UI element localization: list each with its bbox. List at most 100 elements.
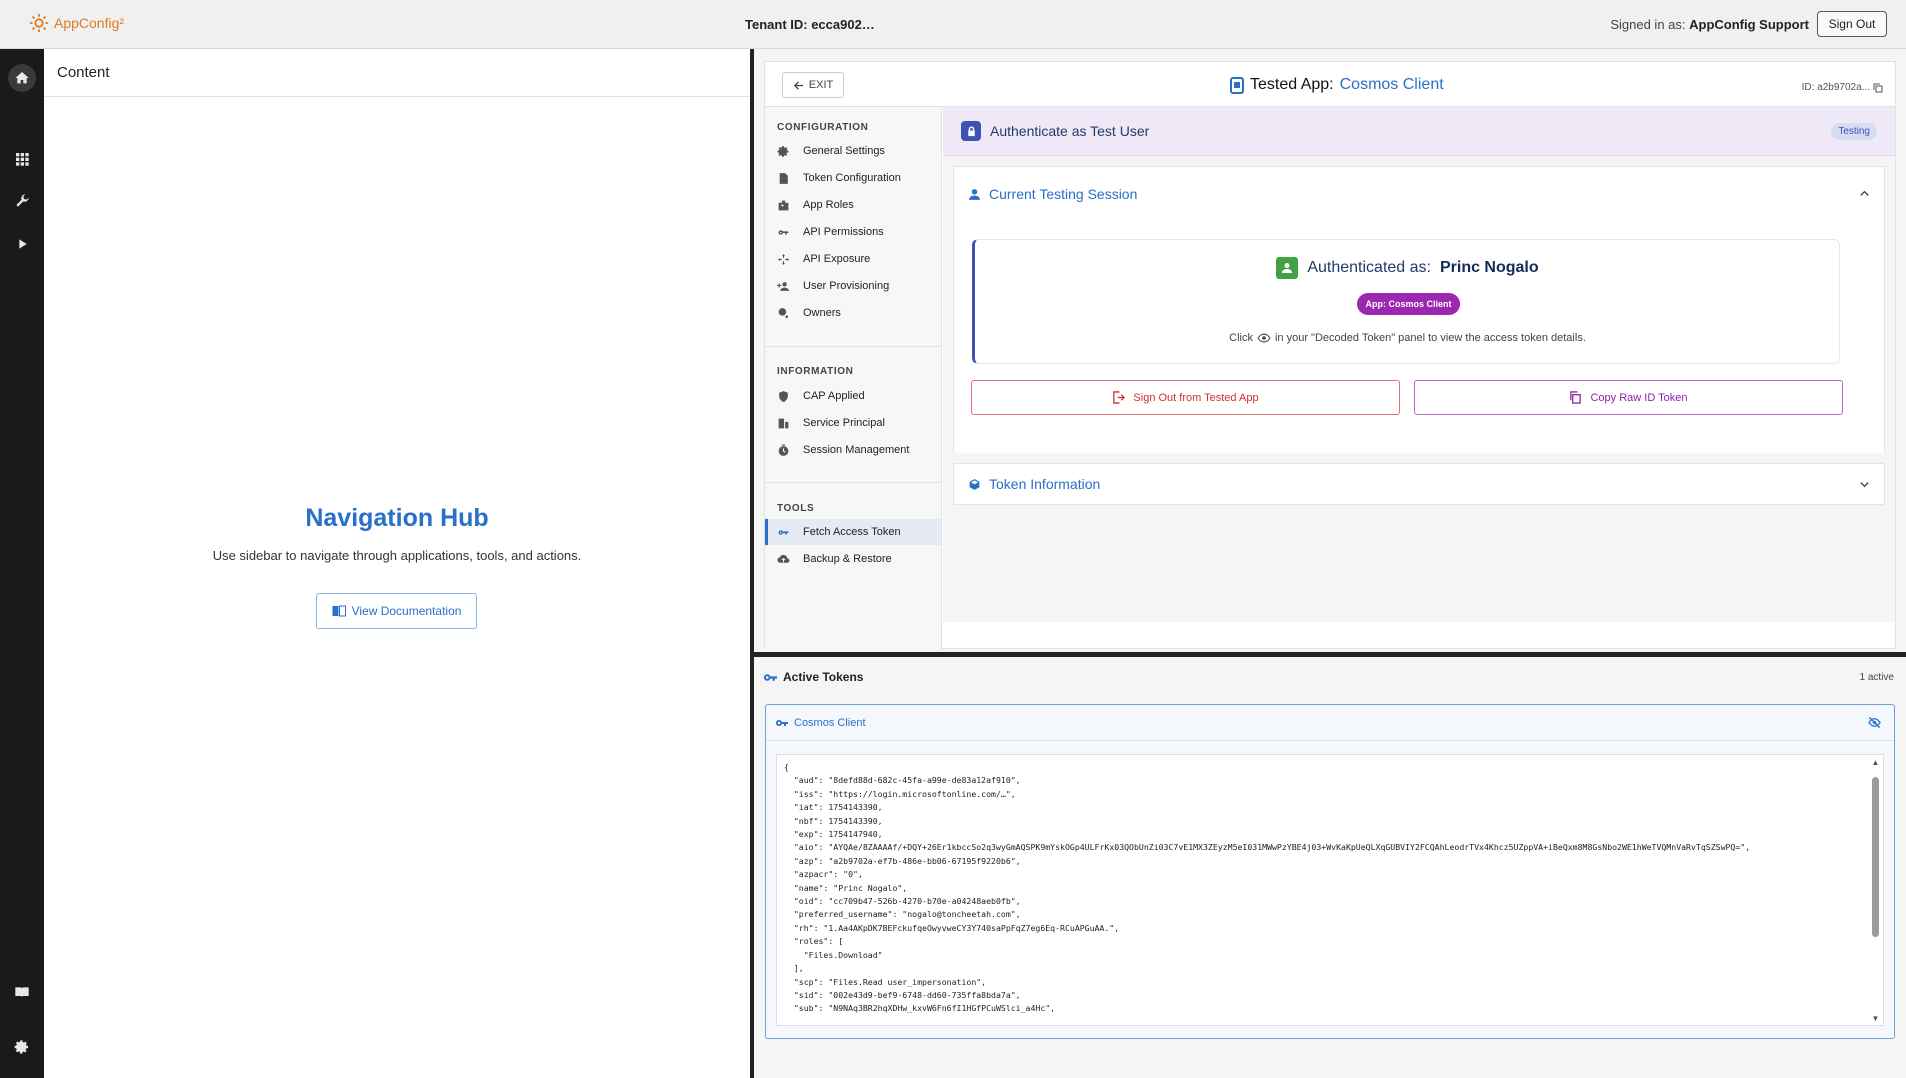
nav-general-settings[interactable]: General Settings [765, 138, 941, 164]
json-scrollbar[interactable]: ▲ ▼ [1871, 759, 1880, 1023]
session-box: Authenticated as: Princ Nogalo App: Cosm… [972, 239, 1840, 364]
eye-off-icon[interactable] [1868, 716, 1881, 729]
gear-icon [777, 145, 789, 157]
nav-cap-applied[interactable]: CAP Applied [765, 383, 941, 409]
key-icon [764, 673, 777, 681]
nav-service-principal[interactable]: Service Principal [765, 410, 941, 436]
avatar [1276, 257, 1299, 279]
signed-in-info: Signed in as: AppConfig Support [1610, 17, 1809, 32]
nav-divider [765, 482, 941, 483]
app-logo[interactable]: AppConfig² [28, 12, 124, 34]
nav-user-provisioning[interactable]: User Provisioning [765, 273, 941, 299]
token-card: Cosmos Client { "aud": "8defd88d-682c-45… [765, 704, 1895, 1039]
exit-button[interactable]: EXIT [782, 72, 844, 98]
wrench-icon [16, 194, 29, 207]
app-id: ID: a2b9702a... [1802, 82, 1883, 93]
rail-apps[interactable] [8, 145, 36, 173]
owner-icon [778, 307, 789, 319]
testing-badge: Testing [1831, 123, 1877, 140]
person-icon [1282, 263, 1293, 273]
arrows-out-icon [778, 253, 789, 265]
authenticated-user: Princ Nogalo [1439, 259, 1539, 276]
shield-icon [779, 390, 788, 402]
app-id-text: ID: a2b9702a... [1801, 82, 1870, 93]
logo-text: AppConfig² [54, 15, 125, 31]
nav-label: Fetch Access Token [803, 526, 901, 538]
session-title: Current Testing Session [989, 186, 1138, 202]
hint-before: Click [1229, 332, 1253, 344]
rail-docs[interactable] [8, 978, 36, 1006]
active-tokens-header: Active Tokens [764, 670, 863, 684]
signed-in-user: AppConfig Support [1689, 17, 1809, 32]
session-accordion-header[interactable]: Current Testing Session [954, 167, 1884, 221]
nav-token-configuration[interactable]: Token Configuration [765, 165, 941, 191]
exit-label: EXIT [808, 79, 834, 91]
hint-after: in your "Decoded Token" panel to view th… [1274, 332, 1586, 344]
token-card-header[interactable]: Cosmos Client [766, 705, 1894, 741]
key-icon [778, 529, 789, 535]
tested-app-panel: EXIT Tested App: Cosmos Client ID: a2b97… [754, 49, 1906, 652]
nav-session-management[interactable]: Session Management [765, 437, 941, 463]
copy-raw-id-token-button[interactable]: Copy Raw ID Token [1414, 380, 1843, 415]
rail-tools[interactable] [8, 187, 36, 215]
nav-api-exposure[interactable]: API Exposure [765, 246, 941, 272]
view-documentation-button[interactable]: View Documentation [316, 593, 477, 629]
scroll-down-arrow[interactable]: ▼ [1871, 1015, 1880, 1023]
document-icon [779, 172, 788, 184]
authenticated-prefix: Authenticated as: [1307, 259, 1431, 276]
copy-icon[interactable] [1873, 83, 1883, 93]
content-pane: Content Navigation Hub Use sidebar to na… [44, 49, 750, 1078]
nav-section-tools: TOOLS [777, 503, 815, 514]
nav-label: API Permissions [803, 226, 884, 238]
nav-label: Backup & Restore [803, 553, 892, 565]
nav-label: Owners [803, 307, 841, 319]
person-icon [969, 188, 980, 200]
nav-label: Token Configuration [803, 172, 901, 184]
nav-app-roles[interactable]: App Roles [765, 192, 941, 218]
rail-settings[interactable] [8, 1033, 36, 1061]
tested-app-name: Cosmos Client [1339, 76, 1444, 93]
nav-divider [765, 346, 941, 347]
rail-actions[interactable] [8, 230, 36, 258]
nav-owners[interactable]: Owners [765, 300, 941, 326]
key-icon [776, 719, 788, 726]
nav-label: User Provisioning [803, 280, 890, 292]
auth-icon [961, 121, 981, 141]
badge-icon [778, 200, 789, 210]
hub-title: Navigation Hub [305, 504, 489, 532]
authenticate-title: Authenticate as Test User [990, 123, 1150, 139]
nav-label: App Roles [803, 199, 854, 211]
signed-in-prefix: Signed in as: [1610, 17, 1686, 32]
nav-backup-restore[interactable]: Backup & Restore [765, 546, 941, 572]
timer-icon [778, 444, 789, 456]
scroll-thumb[interactable] [1872, 777, 1879, 937]
person-add-icon [777, 281, 789, 291]
book-icon [15, 987, 29, 998]
sign-out-button[interactable]: Sign Out [1817, 11, 1887, 37]
token-info-title: Token Information [989, 476, 1101, 492]
arrow-left-icon [793, 80, 803, 90]
tested-app-card: EXIT Tested App: Cosmos Client ID: a2b97… [764, 61, 1896, 649]
left-rail [0, 49, 44, 1078]
session-accordion: Current Testing Session Authenticated as… [953, 166, 1885, 453]
rail-home[interactable] [8, 64, 36, 92]
logout-icon [1113, 391, 1126, 404]
nav-label: Service Principal [803, 417, 885, 429]
nav-fetch-access-token[interactable]: Fetch Access Token [765, 519, 941, 545]
decoded-token-json[interactable]: { "aud": "8defd88d-682c-45fa-a99e-de83a1… [776, 754, 1884, 1026]
key-icon [778, 229, 789, 235]
copy-icon [1570, 391, 1582, 404]
nav-api-permissions[interactable]: API Permissions [765, 219, 941, 245]
tested-prefix: Tested App: [1250, 76, 1334, 93]
gear-icon [14, 1040, 28, 1054]
active-tokens-count: 1 active [1859, 672, 1894, 683]
token-info-header[interactable]: Token Information [954, 464, 1884, 504]
sign-out-tested-app-button[interactable]: Sign Out from Tested App [971, 380, 1400, 415]
copy-raw-label: Copy Raw ID Token [1590, 391, 1688, 404]
building-icon [778, 418, 789, 428]
cloud-upload-icon [777, 554, 790, 563]
scroll-up-arrow[interactable]: ▲ [1871, 759, 1880, 767]
home-icon [15, 72, 29, 84]
chevron-up-icon [1860, 190, 1869, 196]
chevron-down-icon [1860, 482, 1869, 488]
